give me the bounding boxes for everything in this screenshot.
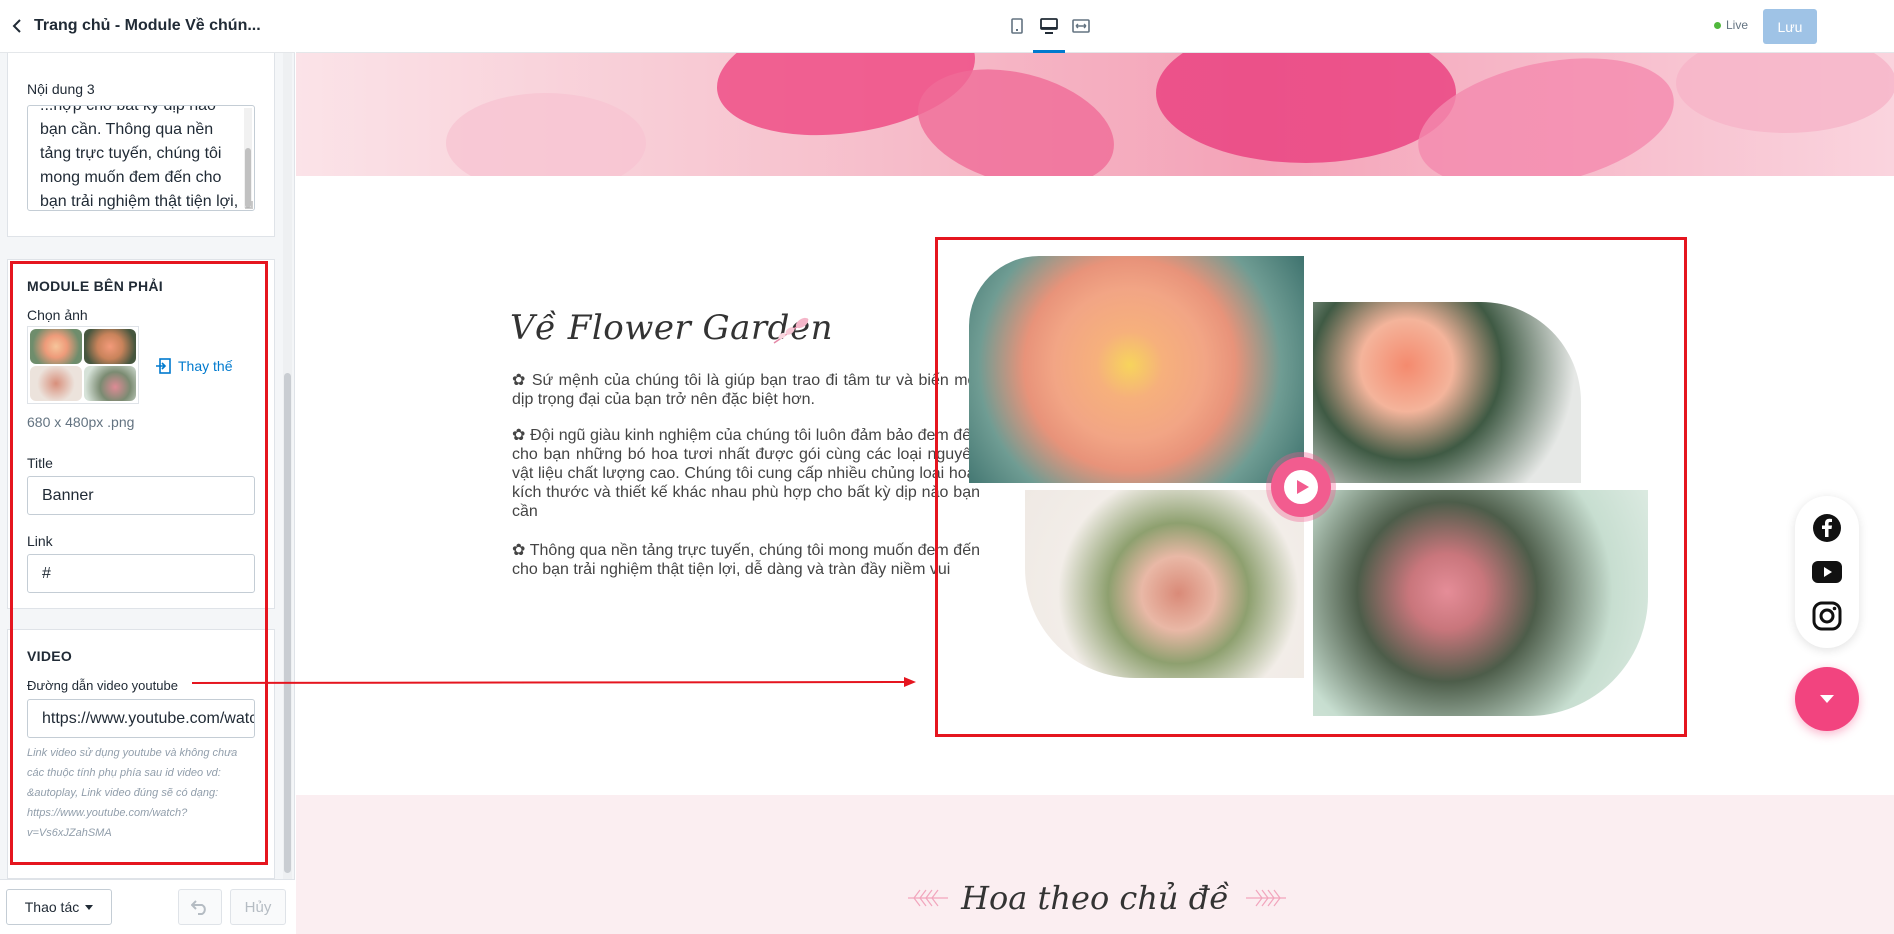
actions-dropdown-button[interactable]: Thao tác <box>6 889 112 925</box>
cancel-button[interactable]: Hủy <box>230 889 286 925</box>
content3-textarea[interactable]: ...hợp cho bất kỳ dịp nào bạn cần. Thông… <box>27 105 255 211</box>
facebook-icon[interactable] <box>1812 513 1842 543</box>
about-paragraph-2: ✿ Đội ngũ giàu kinh nghiệm của chúng tôi… <box>512 427 980 520</box>
flower-sprig-icon <box>773 317 809 344</box>
annotation-arrow <box>192 677 916 687</box>
textarea-scrollbar[interactable] <box>244 108 252 208</box>
hero-banner-image <box>296 53 1894 176</box>
caret-down-icon <box>1820 695 1834 703</box>
fullwidth-icon[interactable] <box>1070 15 1092 37</box>
scroll-toggle-button[interactable] <box>1795 667 1859 731</box>
highlight-box <box>10 261 268 865</box>
resize-handle-icon[interactable] <box>245 201 253 209</box>
leaf-right-icon <box>1246 889 1286 907</box>
about-paragraph-1: ✿ Sứ mệnh của chúng tôi là giúp bạn trao… <box>512 372 980 408</box>
sidebar-header: Trang chủ - Module Về chún... <box>0 0 295 53</box>
sidebar-scrollbar[interactable] <box>283 53 292 879</box>
collage-highlight-box <box>935 237 1687 737</box>
chevron-left-icon[interactable] <box>0 0 34 53</box>
sidebar-title: Trang chủ - Module Về chún... <box>34 17 261 34</box>
about-paragraph-3: ✿ Thông qua nền tảng trực tuyến, chúng t… <box>512 542 980 578</box>
editor-topbar: Live Lưu <box>296 0 1894 53</box>
undo-button[interactable] <box>178 889 222 925</box>
actions-label: Thao tác <box>24 899 80 915</box>
live-label: Live <box>1726 18 1749 32</box>
themes-section-title: Hoa theo chủ đề <box>961 879 1229 917</box>
editor-sidebar: Trang chủ - Module Về chún... Nội dung 3… <box>0 0 295 934</box>
live-status[interactable]: Live <box>1714 18 1748 32</box>
content3-text: ...hợp cho bất kỳ dịp nào bạn cần. Thông… <box>40 105 239 210</box>
preview-canvas: Về Flower Garden ✿ Sứ mệnh của chúng tôi… <box>296 53 1894 934</box>
undo-icon <box>191 900 206 915</box>
save-button[interactable]: Lưu <box>1763 9 1817 44</box>
caret-down-icon <box>85 904 94 910</box>
content-card: Nội dung 3 ...hợp cho bất kỳ dịp nào bạn… <box>7 53 275 237</box>
live-dot-icon <box>1714 21 1721 29</box>
instagram-icon[interactable] <box>1812 601 1842 631</box>
youtube-icon[interactable] <box>1812 561 1842 583</box>
sidebar-footer: Thao tác Hủy <box>0 879 295 934</box>
mobile-icon[interactable] <box>1006 15 1028 37</box>
content3-label: Nội dung 3 <box>27 81 95 97</box>
social-float-bar <box>1795 496 1859 648</box>
desktop-icon[interactable] <box>1038 15 1060 37</box>
